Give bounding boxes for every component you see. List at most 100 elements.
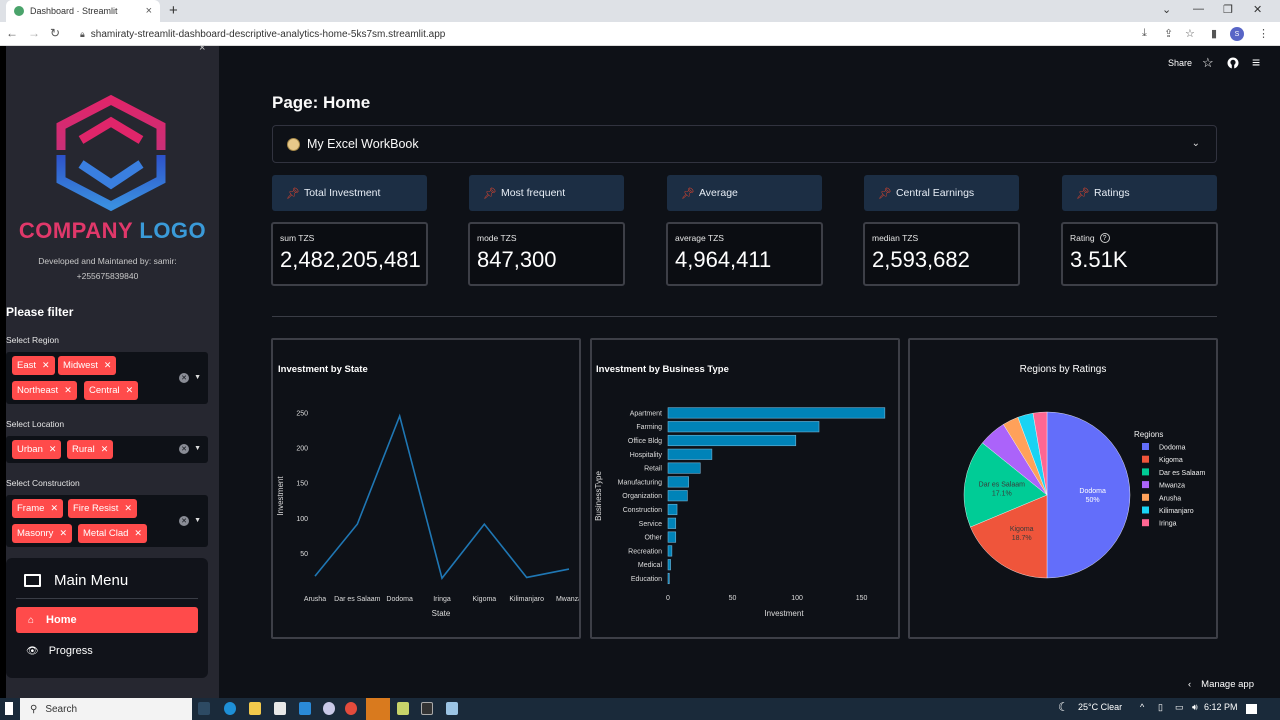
notifications-icon[interactable] (1246, 704, 1257, 714)
reload-icon[interactable]: ↻ (50, 26, 60, 40)
clear-all-icon[interactable]: ✕ (179, 516, 189, 526)
menu-item-home[interactable]: ⌂ Home (16, 607, 198, 633)
y-tick-label: Retail (644, 466, 662, 473)
slice-label: Kigoma (1010, 526, 1034, 533)
close-window-icon[interactable]: ✕ (1253, 3, 1262, 16)
x-tick-label: Kigoma (472, 596, 496, 603)
chip-rural[interactable]: Rural ✕ (67, 440, 114, 459)
back-icon[interactable]: ← (6, 26, 18, 40)
browser-tab[interactable]: Dashboard · Streamlit × (6, 0, 160, 22)
manage-app-button[interactable]: ‹ Manage app (1188, 679, 1254, 690)
y-tick-label: Service (639, 521, 662, 528)
mail-icon[interactable] (299, 702, 311, 715)
network-icon[interactable]: ▭ (1175, 702, 1184, 713)
weather-moon-icon: ☾ (1058, 700, 1069, 714)
legend-title: Regions (1134, 430, 1163, 439)
pie-slice (1046, 411, 1131, 579)
tab-close-icon[interactable]: × (146, 5, 152, 17)
clock-text[interactable]: 6:12 PM (1204, 702, 1238, 712)
chip-central[interactable]: Central ✕ (84, 381, 139, 400)
windows-start-icon[interactable] (5, 702, 13, 715)
forward-icon[interactable]: → (28, 26, 40, 40)
chip-remove-icon[interactable]: ✕ (50, 503, 58, 514)
side-panel-icon[interactable]: ▮ (1211, 27, 1217, 40)
taskbar-search[interactable]: ⚲ Search (20, 698, 192, 720)
task-view-icon[interactable] (198, 702, 210, 715)
chrome-icon[interactable] (345, 702, 357, 715)
chip-urban[interactable]: Urban ✕ (12, 440, 62, 459)
clock-icon (287, 137, 300, 151)
chip-masonry[interactable]: Masonry ✕ (12, 524, 72, 543)
profile-avatar[interactable]: S (1230, 27, 1244, 41)
weather-text[interactable]: 25°C Clear (1078, 702, 1122, 712)
x-tick-label: Dar es Salaam (334, 596, 380, 603)
chip-label: Fire Resist (73, 503, 119, 514)
construction-multiselect[interactable]: Frame ✕ Fire Resist ✕ Masonry ✕ Metal Clad ✕… (6, 495, 208, 547)
files-icon[interactable] (446, 702, 458, 715)
app-icon[interactable] (323, 702, 335, 715)
volume-icon[interactable]: 🔊︎ (1192, 702, 1198, 713)
chevron-down-icon[interactable]: ⌄ (1192, 138, 1200, 149)
chip-label: Metal Clad (83, 528, 129, 539)
chip-label: Rural (72, 444, 95, 455)
clear-all-icon[interactable]: ✕ (179, 373, 189, 383)
vlc-icon[interactable] (366, 698, 390, 720)
clear-all-icon[interactable]: ✕ (179, 444, 189, 454)
chip-remove-icon[interactable]: ✕ (42, 360, 50, 371)
legend-swatch (1142, 468, 1149, 476)
chip-fire-resist[interactable]: Fire Resist ✕ (68, 499, 137, 518)
metric-label: mode TZS (477, 233, 623, 243)
share-button[interactable]: Share (1168, 58, 1192, 68)
chip-northeast[interactable]: Northeast ✕ (12, 381, 77, 400)
chip-midwest[interactable]: Midwest ✕ (58, 356, 117, 375)
dropdown-arrow-icon[interactable]: ▼ (194, 517, 201, 524)
notepad-icon[interactable] (397, 702, 409, 715)
star-icon[interactable]: ☆ (1202, 55, 1214, 71)
help-icon[interactable]: ? (1099, 233, 1110, 243)
menu-item-progress[interactable]: 👁︎ Progress (26, 645, 93, 657)
chip-remove-icon[interactable]: ✕ (49, 444, 57, 455)
chip-remove-icon[interactable]: ✕ (64, 385, 72, 396)
new-tab-button[interactable]: + (169, 2, 178, 19)
chip-east[interactable]: East ✕ (12, 356, 55, 375)
store-icon[interactable] (274, 702, 286, 715)
chip-metal-clad[interactable]: Metal Clad ✕ (78, 524, 147, 543)
share-page-icon[interactable]: ⇪ (1164, 27, 1173, 40)
chip-remove-icon[interactable]: ✕ (134, 528, 142, 539)
chip-frame[interactable]: Frame ✕ (12, 499, 63, 518)
terminal-icon[interactable] (421, 702, 433, 715)
chip-label: Frame (17, 503, 45, 514)
url-text: shamiraty-streamlit-dashboard-descriptiv… (90, 28, 446, 40)
url-field[interactable]: 🔒︎ shamiraty-streamlit-dashboard-descrip… (74, 25, 1134, 43)
bookmark-star-icon[interactable]: ☆ (1185, 27, 1195, 40)
edge-icon[interactable] (224, 702, 236, 715)
browser-menu-icon[interactable]: ⋮ (1258, 27, 1269, 40)
tray-chevron-icon[interactable]: ^ (1140, 702, 1144, 712)
install-icon[interactable]: ⤓ (1142, 27, 1147, 40)
chip-remove-icon[interactable]: ✕ (104, 360, 112, 371)
minimize-icon[interactable]: — (1193, 3, 1204, 15)
file-explorer-icon[interactable] (249, 702, 261, 715)
chip-label: Northeast (17, 385, 59, 396)
legend-swatch (1142, 481, 1149, 489)
kpi-heading-text: Central Earnings (895, 187, 975, 199)
meet-icon[interactable]: ▯ (1158, 702, 1163, 713)
workbook-expander[interactable]: My Excel WorkBook ⌄ (272, 125, 1217, 163)
dropdown-arrow-icon[interactable]: ▼ (194, 445, 201, 452)
chip-remove-icon[interactable]: ✕ (101, 444, 109, 455)
legend-label: Mwanza (1159, 483, 1185, 490)
pushpin-icon: 📌︎ (681, 187, 695, 200)
chip-remove-icon[interactable]: ✕ (124, 503, 132, 514)
tab-search-icon[interactable]: ⌄ (1162, 3, 1171, 16)
location-multiselect[interactable]: Urban ✕ Rural ✕ ✕ ▼ (6, 436, 208, 463)
chip-remove-icon[interactable]: ✕ (59, 528, 67, 539)
github-icon[interactable] (1227, 57, 1239, 69)
slice-percent: 18.7% (1012, 535, 1032, 542)
chip-remove-icon[interactable]: ✕ (126, 385, 134, 396)
region-multiselect[interactable]: East ✕ Midwest ✕ Northeast ✕ Central ✕ ✕ ▼ (6, 352, 208, 404)
sidebar-close-icon[interactable]: × (199, 42, 205, 54)
maximize-icon[interactable]: ❐ (1223, 3, 1233, 16)
hamburger-menu-icon[interactable]: ≡ (1252, 54, 1260, 70)
dropdown-arrow-icon[interactable]: ▼ (194, 374, 201, 381)
bar (667, 517, 677, 529)
